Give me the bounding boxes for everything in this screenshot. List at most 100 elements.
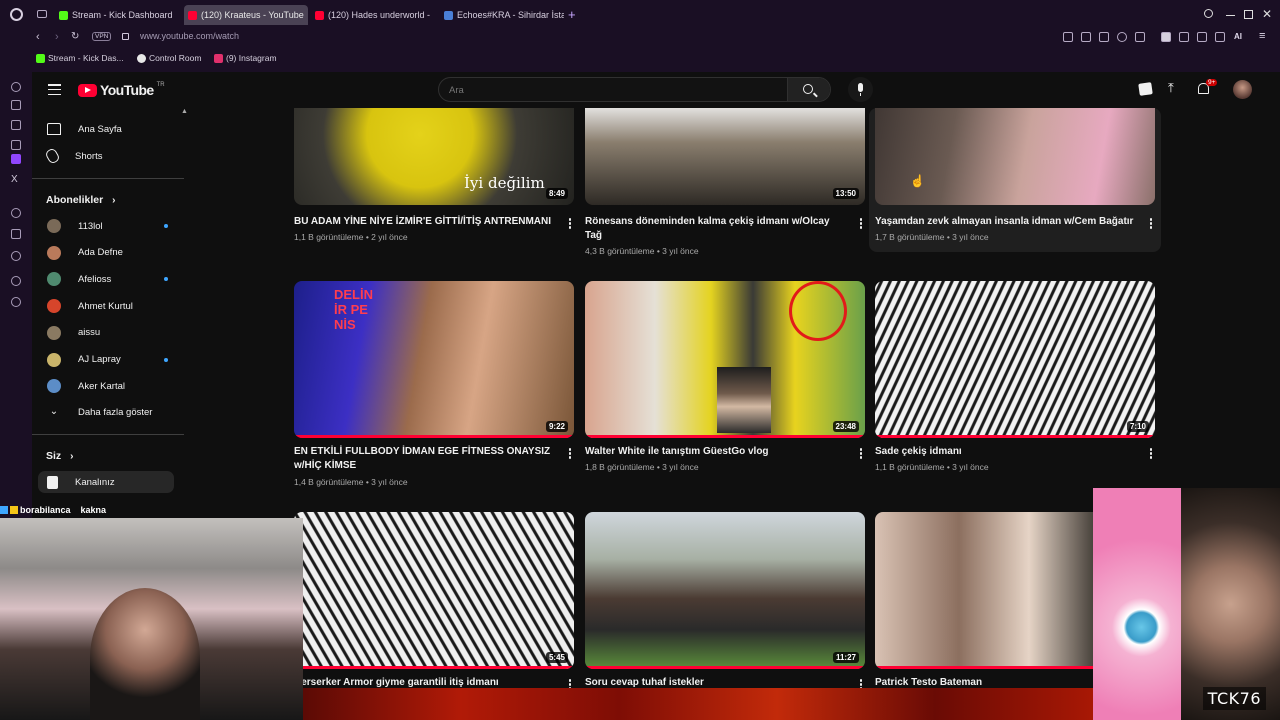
video-duration: 13:50 [832, 188, 859, 199]
chevron-down-icon: ⌄ [49, 406, 59, 417]
wallet-icon[interactable] [1161, 32, 1171, 42]
chat-badge-icon [10, 506, 18, 514]
video-duration: 7:10 [1126, 421, 1149, 432]
logo-text: YouTube [100, 82, 154, 98]
youtube-play-icon [78, 83, 97, 97]
play-icon[interactable] [1117, 32, 1127, 42]
video-title[interactable]: Rönesans döneminden kalma çekiş idmanı w… [585, 215, 849, 243]
video-title[interactable]: Walter White ile tanıştım GüestGo vlog [585, 445, 849, 459]
bookmark-icon[interactable] [1063, 32, 1073, 42]
sidebar-subscription[interactable]: Afelioss [38, 268, 174, 290]
subscription-name: Ahmet Kurtul [78, 300, 133, 312]
notes-icon[interactable] [11, 120, 21, 130]
more-options-icon[interactable] [859, 448, 863, 460]
minimize-icon[interactable] [1226, 15, 1235, 17]
sidebar-item-shorts[interactable]: Shorts [38, 145, 174, 167]
create-icon[interactable] [1138, 82, 1153, 96]
search-button[interactable] [787, 78, 830, 101]
more-options-icon[interactable] [568, 448, 572, 460]
pin-icon[interactable] [11, 229, 21, 239]
sidebar-subscription[interactable]: AJ Lapray [38, 349, 174, 371]
hamburger-menu-icon[interactable] [48, 84, 61, 96]
extensions-icon[interactable] [1179, 32, 1189, 42]
voice-search-button[interactable] [848, 77, 873, 102]
you-heading[interactable]: Siz › [46, 450, 73, 462]
search-input[interactable] [449, 82, 789, 98]
sidebar-item-label: Ana Sayfa [78, 123, 122, 135]
video-title[interactable]: BU ADAM YİNE NİYE İZMİR'E GİTTİ/İTİŞ ANT… [294, 215, 558, 229]
more-options-icon[interactable] [1149, 218, 1153, 230]
ai-button[interactable]: AI [1234, 32, 1242, 41]
url-field[interactable]: www.youtube.com/watch [140, 31, 239, 41]
video-thumbnail[interactable]: 23:48 [585, 281, 865, 438]
video-thumbnail[interactable]: 11:27 [585, 512, 865, 669]
maximize-icon[interactable] [1244, 10, 1253, 19]
video-thumbnail[interactable]: ☝ [875, 108, 1155, 205]
account-avatar[interactable] [1233, 80, 1252, 99]
search-bar[interactable] [438, 77, 831, 102]
sidebar-subscription[interactable]: Ada Defne [38, 242, 174, 264]
tab-label: Echoes#KRA - Sihirdar İsta [457, 10, 564, 20]
sidebar-subscription[interactable]: Ahmet Kurtul [38, 295, 174, 317]
video-thumbnail[interactable]: İyi değilim 8:49 [294, 108, 574, 205]
video-thumbnail[interactable]: 7:10 [875, 281, 1155, 438]
sidebar-item-home[interactable]: Ana Sayfa [38, 118, 174, 140]
tab-kick-dashboard[interactable]: Stream - Kick Dashboard [55, 5, 179, 25]
subscriptions-heading[interactable]: Abonelikler › [46, 194, 115, 206]
screenshot-icon[interactable] [1081, 32, 1091, 42]
browser-logo-icon[interactable] [10, 8, 23, 21]
video-title[interactable]: Sade çekiş idmanı [875, 445, 1139, 459]
bookmark-control-room[interactable]: Control Room [137, 53, 201, 63]
upload-icon[interactable]: ⤒ [1168, 80, 1174, 96]
cursor-icon: ☝ [910, 174, 925, 188]
new-tab-button[interactable]: + [568, 7, 576, 22]
tab-youtube-kraateus[interactable]: (120) Kraateus - YouTube [184, 5, 308, 25]
workspaces-icon[interactable] [37, 10, 47, 18]
player-icon[interactable] [11, 208, 21, 218]
tab-echoes[interactable]: Echoes#KRA - Sihirdar İsta [440, 5, 564, 25]
channel-avatar [47, 299, 61, 314]
video-title[interactable]: EN ETKİLİ FULLBODY İDMAN EGE FİTNESS ONA… [294, 445, 558, 473]
sidebar-subscription[interactable]: aissu [38, 322, 174, 344]
video-card[interactable]: ☝ Yaşamdan zevk almayan insanla idman w/… [869, 108, 1161, 252]
reload-icon[interactable]: ↻ [71, 31, 79, 42]
heart-icon[interactable] [1135, 32, 1145, 42]
sidebar-icon[interactable] [1197, 32, 1207, 42]
vpn-badge[interactable]: VPN [92, 32, 112, 41]
video-thumbnail[interactable]: 5:45 [294, 512, 574, 669]
tab-youtube-hades[interactable]: (120) Hades underworld - [311, 5, 435, 25]
mail-icon[interactable] [11, 140, 21, 150]
bookmark-kick[interactable]: Stream - Kick Das... [36, 53, 124, 63]
sidebar-item-your-channel[interactable]: Kanalınız [38, 471, 174, 493]
reading-icon[interactable] [11, 100, 21, 110]
x-icon[interactable]: X [11, 174, 18, 185]
sidebar-subscription[interactable]: Aker Kartal [38, 375, 174, 397]
bookmark-instagram[interactable]: (9) Instagram [214, 53, 277, 63]
watch-progress-bar [294, 666, 574, 669]
history-icon[interactable] [11, 82, 21, 92]
discord-icon[interactable] [11, 276, 21, 286]
close-window-icon[interactable]: ✕ [1262, 7, 1272, 21]
more-options-icon[interactable] [1149, 448, 1153, 460]
menu-icon[interactable]: ≡ [1259, 30, 1265, 42]
sidebar-subscription[interactable]: 113lol [38, 215, 174, 237]
video-thumbnail[interactable]: DELİNİR PENİS 9:22 [294, 281, 574, 438]
video-thumbnail[interactable]: 13:50 [585, 108, 865, 205]
forward-icon[interactable]: › [55, 31, 59, 43]
video-title[interactable]: Yaşamdan zevk almayan insanla idman w/Ce… [875, 215, 1139, 229]
download-icon[interactable] [1215, 32, 1225, 42]
show-more-button[interactable]: ⌄ Daha fazla göster [38, 401, 174, 423]
more-options-icon[interactable] [859, 218, 863, 230]
notification-badge: 9+ [1206, 79, 1218, 86]
tab-bar: Stream - Kick Dashboard (120) Kraateus -… [0, 0, 1280, 28]
youtube-logo[interactable]: YouTube TR [78, 82, 165, 98]
back-icon[interactable]: ‹ [36, 31, 40, 43]
more-options-icon[interactable] [568, 218, 572, 230]
streamer-webcam [0, 518, 303, 720]
home-icon [47, 123, 61, 135]
twitch-icon[interactable] [11, 154, 21, 164]
watch-progress-bar [585, 435, 865, 438]
shield-icon[interactable] [1099, 32, 1109, 42]
clock-icon[interactable] [11, 251, 21, 261]
search-tabs-icon[interactable] [1204, 9, 1213, 18]
